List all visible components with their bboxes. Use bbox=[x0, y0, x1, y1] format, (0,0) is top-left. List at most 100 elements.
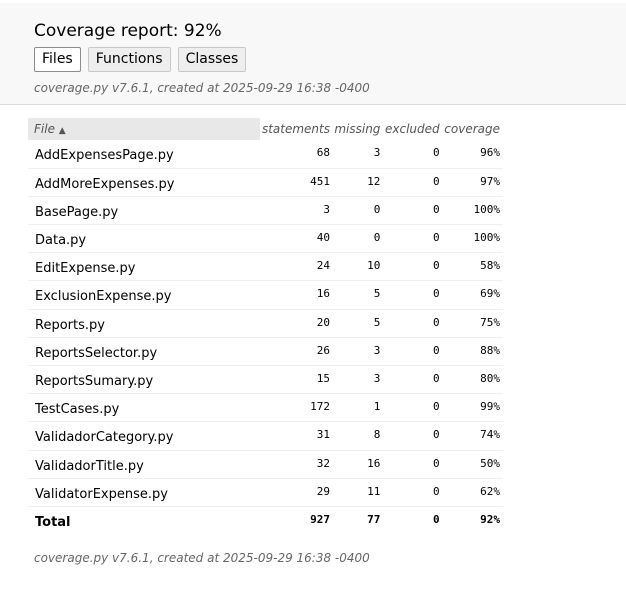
file-link[interactable]: AddMoreExpenses.py bbox=[35, 177, 174, 192]
coverage-cell: 80% bbox=[442, 365, 503, 395]
file-link[interactable]: ExclusionExpense.py bbox=[35, 289, 172, 304]
excluded-cell: 0 bbox=[383, 140, 443, 169]
total-label: Total bbox=[35, 514, 71, 530]
table-row: TestCases.py 172 1 0 99% bbox=[28, 393, 503, 423]
report-header: Coverage report: 92% Files Functions Cla… bbox=[0, 3, 626, 105]
file-cell: ValidatorExpense.py bbox=[28, 478, 260, 507]
total-missing: 77 bbox=[367, 512, 381, 526]
statements-cell: 16 bbox=[260, 280, 333, 310]
coverage-cell: 62% bbox=[442, 478, 503, 507]
table-row: Reports.py 20 5 0 75% bbox=[28, 309, 503, 338]
sort-up-icon: ▲ bbox=[58, 126, 66, 136]
tab-files[interactable]: Files bbox=[34, 47, 81, 72]
missing-cell: 0 bbox=[332, 196, 384, 226]
column-header-coverage[interactable]: coverage bbox=[443, 118, 503, 140]
file-link[interactable]: ReportsSumary.py bbox=[35, 374, 153, 389]
excluded-cell: 0 bbox=[383, 196, 443, 226]
file-link[interactable]: ValidadorTitle.py bbox=[35, 459, 144, 474]
coverage-cell: 58% bbox=[442, 252, 503, 282]
file-link[interactable]: BasePage.py bbox=[35, 205, 118, 220]
excluded-cell: 0 bbox=[383, 393, 443, 423]
statements-cell: 172 bbox=[260, 393, 333, 423]
column-header-statements[interactable]: statements bbox=[260, 118, 333, 140]
missing-cell: 3 bbox=[332, 140, 384, 169]
statements-cell: 40 bbox=[260, 224, 333, 254]
statements-cell: 20 bbox=[260, 309, 333, 338]
table-row: ExclusionExpense.py 16 5 0 69% bbox=[28, 280, 503, 310]
missing-cell: 11 bbox=[332, 478, 384, 507]
missing-cell: 12 bbox=[332, 168, 384, 197]
tab-functions[interactable]: Functions bbox=[87, 47, 171, 72]
file-link[interactable]: EditExpense.py bbox=[35, 261, 135, 276]
total-excluded: 0 bbox=[433, 512, 440, 526]
missing-cell: 3 bbox=[332, 365, 384, 395]
excluded-cell: 0 bbox=[383, 309, 443, 338]
total-row: Total 927 77 0 92% bbox=[28, 506, 503, 534]
file-link[interactable]: ValidadorCategory.py bbox=[35, 430, 173, 445]
table-row: ValidatorExpense.py 29 11 0 62% bbox=[28, 478, 503, 507]
missing-cell: 16 bbox=[332, 450, 384, 479]
table-row: BasePage.py 3 0 0 100% bbox=[28, 196, 503, 226]
statements-cell: 32 bbox=[260, 450, 333, 479]
statements-cell: 451 bbox=[260, 168, 333, 197]
file-cell: ReportsSelector.py bbox=[28, 337, 260, 367]
coverage-cell: 69% bbox=[442, 280, 503, 310]
excluded-cell: 0 bbox=[383, 365, 443, 395]
table-row: ReportsSelector.py 26 3 0 88% bbox=[28, 337, 503, 367]
statements-cell: 31 bbox=[260, 421, 333, 451]
file-cell: BasePage.py bbox=[28, 196, 260, 226]
statements-cell: 3 bbox=[260, 196, 333, 226]
coverage-cell: 97% bbox=[442, 168, 503, 197]
missing-cell: 8 bbox=[332, 421, 384, 451]
missing-cell: 3 bbox=[332, 337, 384, 367]
missing-cell: 10 bbox=[332, 252, 384, 282]
coverage-cell: 75% bbox=[442, 309, 503, 338]
statements-cell: 68 bbox=[260, 140, 333, 169]
file-cell: AddExpensesPage.py bbox=[28, 140, 260, 169]
coverage-cell: 50% bbox=[442, 450, 503, 479]
table-row: AddMoreExpenses.py 451 12 0 97% bbox=[28, 168, 503, 197]
file-link[interactable]: ValidatorExpense.py bbox=[35, 487, 168, 502]
table-row: ValidadorCategory.py 31 8 0 74% bbox=[28, 421, 503, 451]
table-header-row: File ▲ statements missing excluded cover… bbox=[28, 118, 503, 140]
coverage-cell: 96% bbox=[442, 140, 503, 169]
statements-cell: 15 bbox=[260, 365, 333, 395]
file-cell: Data.py bbox=[28, 224, 260, 254]
excluded-cell: 0 bbox=[383, 168, 443, 197]
excluded-cell: 0 bbox=[383, 224, 443, 254]
file-cell: EditExpense.py bbox=[28, 252, 260, 282]
column-header-file[interactable]: File ▲ bbox=[28, 118, 260, 140]
missing-cell: 0 bbox=[332, 224, 384, 254]
excluded-cell: 0 bbox=[383, 337, 443, 367]
report-footer: coverage.py v7.6.1, created at 2025-09-2… bbox=[34, 551, 370, 565]
file-cell: TestCases.py bbox=[28, 393, 260, 423]
page-title: Coverage report: 92% bbox=[34, 21, 222, 41]
file-link[interactable]: Data.py bbox=[35, 233, 86, 248]
coverage-table: File ▲ statements missing excluded cover… bbox=[28, 118, 503, 535]
file-link[interactable]: ReportsSelector.py bbox=[35, 346, 157, 361]
missing-cell: 5 bbox=[332, 309, 384, 338]
table-row: ReportsSumary.py 15 3 0 80% bbox=[28, 365, 503, 395]
file-cell: AddMoreExpenses.py bbox=[28, 168, 260, 197]
file-cell: ValidadorCategory.py bbox=[28, 421, 260, 451]
excluded-cell: 0 bbox=[383, 450, 443, 479]
coverage-cell: 100% bbox=[442, 224, 503, 254]
coverage-cell: 99% bbox=[442, 393, 503, 423]
file-cell: ReportsSumary.py bbox=[28, 365, 260, 395]
tab-classes[interactable]: Classes bbox=[177, 47, 247, 72]
coverage-cell: 100% bbox=[442, 196, 503, 226]
column-header-excluded[interactable]: excluded bbox=[383, 118, 442, 140]
file-link[interactable]: Reports.py bbox=[35, 318, 105, 333]
table-row: EditExpense.py 24 10 0 58% bbox=[28, 252, 503, 282]
file-cell: Reports.py bbox=[28, 309, 260, 338]
statements-cell: 24 bbox=[260, 252, 333, 282]
file-link[interactable]: AddExpensesPage.py bbox=[35, 148, 174, 163]
coverage-cell: 88% bbox=[442, 337, 503, 367]
report-tabs: Files Functions Classes bbox=[34, 47, 626, 73]
statements-cell: 29 bbox=[260, 478, 333, 507]
file-link[interactable]: TestCases.py bbox=[35, 402, 119, 417]
column-header-missing[interactable]: missing bbox=[333, 118, 383, 140]
excluded-cell: 0 bbox=[383, 252, 443, 282]
table-row: Data.py 40 0 0 100% bbox=[28, 224, 503, 254]
total-coverage: 92% bbox=[480, 512, 500, 526]
